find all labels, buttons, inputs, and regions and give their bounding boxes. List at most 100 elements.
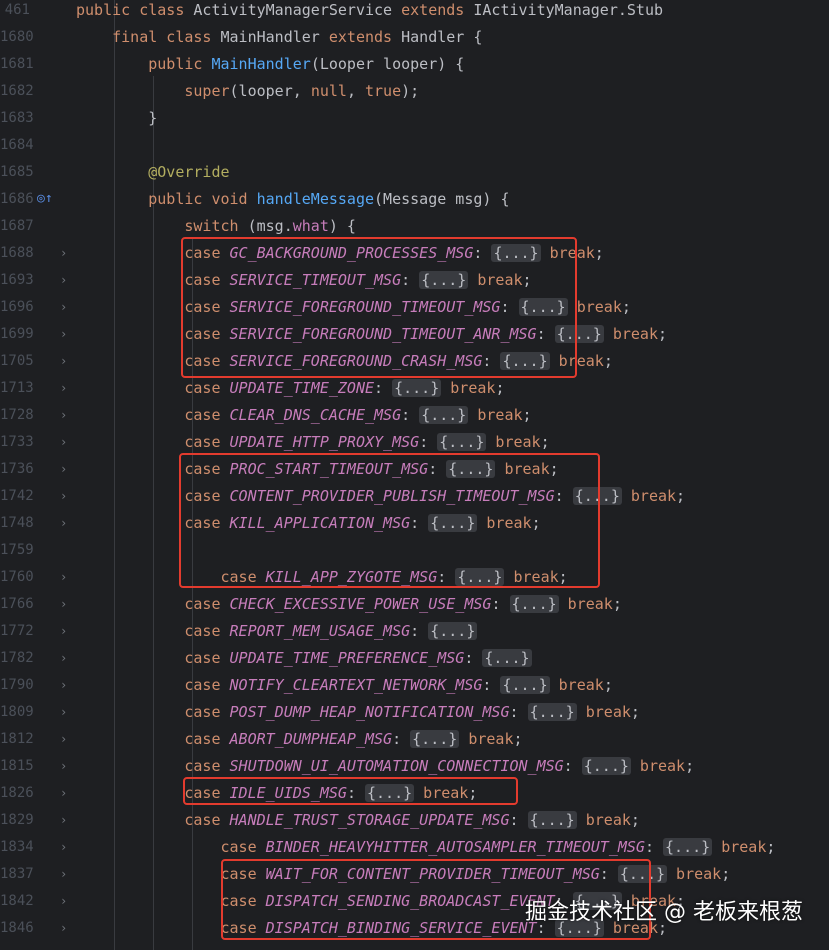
- code-token: IActivityManager.Stub: [473, 1, 664, 19]
- code-token: ;: [603, 352, 613, 370]
- folded-block[interactable]: {...}: [581, 757, 631, 775]
- folded-block[interactable]: {...}: [437, 433, 487, 451]
- code-token: break: [459, 730, 514, 748]
- fold-chevron-icon[interactable]: ›: [60, 516, 67, 530]
- code-token: HANDLE_TRUST_STORAGE_UPDATE_MSG: [229, 811, 510, 829]
- folded-block[interactable]: {...}: [428, 622, 478, 640]
- fold-chevron-icon[interactable]: ›: [60, 246, 67, 260]
- code-line[interactable]: 1728 › case CLEAR_DNS_CACHE_MSG: {...} br…: [0, 403, 829, 430]
- fold-chevron-icon[interactable]: ›: [60, 732, 67, 746]
- fold-chevron-icon[interactable]: ›: [60, 840, 67, 854]
- code-token: CLEAR_DNS_CACHE_MSG: [229, 406, 402, 424]
- folded-block[interactable]: {...}: [663, 838, 713, 856]
- code-line[interactable]: 1782 › case UPDATE_TIME_PREFERENCE_MSG: {…: [0, 646, 829, 673]
- folded-block[interactable]: {...}: [500, 676, 550, 694]
- code-token: case: [76, 622, 230, 640]
- code-token: case: [76, 757, 230, 775]
- code-token: case: [76, 406, 230, 424]
- code-line[interactable]: 461 public class ActivityManagerService e…: [0, 0, 829, 25]
- code-line[interactable]: 1680 final class MainHandler extends Han…: [0, 25, 829, 52]
- fold-chevron-icon[interactable]: ›: [60, 300, 67, 314]
- folded-block[interactable]: {...}: [392, 379, 442, 397]
- code-token: :: [482, 676, 501, 694]
- code-token: break: [441, 379, 496, 397]
- code-token: ;: [630, 703, 640, 721]
- code-line[interactable]: 1681 public MainHandler(Looper looper) {: [0, 52, 829, 79]
- fold-chevron-icon[interactable]: ›: [60, 867, 67, 881]
- fold-chevron-icon[interactable]: ›: [60, 624, 67, 638]
- code-line[interactable]: 1812 › case ABORT_DUMPHEAP_MSG: {...} bre…: [0, 727, 829, 754]
- highlight-box-service-timeouts: [181, 237, 577, 378]
- fold-chevron-icon[interactable]: ›: [60, 813, 67, 827]
- code-token: BINDER_HEAVYHITTER_AUTOSAMPLER_TIMEOUT_M…: [265, 838, 645, 856]
- line-number: 1815: [0, 758, 34, 774]
- code-token: ;: [685, 757, 695, 775]
- code-token: ;: [676, 487, 686, 505]
- code-line[interactable]: 1829 › case HANDLE_TRUST_STORAGE_UPDATE_M…: [0, 808, 829, 835]
- fold-chevron-icon[interactable]: ›: [60, 354, 67, 368]
- fold-chevron-icon[interactable]: ›: [60, 786, 67, 800]
- code-text: public MainHandler(Looper looper) {: [76, 55, 464, 73]
- line-number: 1733: [0, 434, 34, 450]
- fold-chevron-icon[interactable]: ›: [60, 678, 67, 692]
- code-token: ABORT_DUMPHEAP_MSG: [229, 730, 393, 748]
- fold-chevron-icon[interactable]: ›: [60, 381, 67, 395]
- code-editor[interactable]: 461 public class ActivityManagerService e…: [0, 0, 829, 950]
- line-number: 1680: [0, 29, 34, 45]
- override-gutter-icon[interactable]: ◎↑: [37, 191, 53, 206]
- folded-block[interactable]: {...}: [482, 649, 532, 667]
- code-line[interactable]: 1684: [0, 133, 829, 160]
- fold-chevron-icon[interactable]: ›: [60, 462, 67, 476]
- line-number: 1682: [0, 83, 34, 99]
- fold-chevron-icon[interactable]: ›: [60, 489, 67, 503]
- line-number: 1699: [0, 326, 34, 342]
- code-text: }: [76, 109, 157, 127]
- folded-block[interactable]: {...}: [410, 730, 460, 748]
- fold-chevron-icon[interactable]: ›: [60, 273, 67, 287]
- folded-block[interactable]: {...}: [527, 703, 577, 721]
- fold-chevron-icon[interactable]: ›: [60, 597, 67, 611]
- code-token: break: [712, 838, 767, 856]
- fold-chevron-icon[interactable]: ›: [60, 570, 67, 584]
- fold-chevron-icon[interactable]: ›: [60, 894, 67, 908]
- code-line[interactable]: 1834 › case BINDER_HEAVYHITTER_AUTOSAMPLE…: [0, 835, 829, 862]
- line-number: 1742: [0, 488, 34, 504]
- folded-block[interactable]: {...}: [509, 595, 559, 613]
- fold-chevron-icon[interactable]: ›: [60, 921, 67, 935]
- code-line[interactable]: 1682 super(looper, null, true);: [0, 79, 829, 106]
- line-number: 1772: [0, 623, 34, 639]
- code-token: super: [76, 82, 230, 100]
- folded-block[interactable]: {...}: [527, 811, 577, 829]
- code-token: @Override: [76, 163, 230, 181]
- line-number: 1809: [0, 704, 34, 720]
- code-text: case SHUTDOWN_UI_AUTOMATION_CONNECTION_M…: [76, 757, 694, 775]
- line-number: 1687: [0, 218, 34, 234]
- code-token: UPDATE_TIME_PREFERENCE_MSG: [229, 649, 465, 667]
- fold-chevron-icon[interactable]: ›: [60, 435, 67, 449]
- code-token: (Message msg) {: [374, 190, 510, 208]
- code-line[interactable]: 1790 › case NOTIFY_CLEARTEXT_NETWORK_MSG:…: [0, 673, 829, 700]
- code-line[interactable]: 1683 }: [0, 106, 829, 133]
- fold-chevron-icon[interactable]: ›: [60, 327, 67, 341]
- code-token: POST_DUMP_HEAP_NOTIFICATION_MSG: [229, 703, 510, 721]
- code-line[interactable]: 1686 ◎↑ public void handleMessage(Message…: [0, 187, 829, 214]
- code-line[interactable]: 1713 › case UPDATE_TIME_ZONE: {...} break…: [0, 376, 829, 403]
- code-text: case BINDER_HEAVYHITTER_AUTOSAMPLER_TIME…: [76, 838, 775, 856]
- folded-block[interactable]: {...}: [419, 406, 469, 424]
- code-line[interactable]: 1809 › case POST_DUMP_HEAP_NOTIFICATION_M…: [0, 700, 829, 727]
- code-token: :: [509, 703, 528, 721]
- code-text: case UPDATE_TIME_ZONE: {...} break;: [76, 379, 504, 397]
- fold-chevron-icon[interactable]: ›: [60, 408, 67, 422]
- code-line[interactable]: 1685 @Override: [0, 160, 829, 187]
- code-token: case: [76, 595, 230, 613]
- code-line[interactable]: 1772 › case REPORT_MEM_USAGE_MSG: {...}: [0, 619, 829, 646]
- fold-chevron-icon[interactable]: ›: [60, 651, 67, 665]
- code-token: );: [401, 82, 420, 100]
- code-token: (msg.: [247, 217, 293, 235]
- fold-chevron-icon[interactable]: ›: [60, 705, 67, 719]
- code-token: ActivityManagerService: [193, 1, 402, 19]
- code-text: case POST_DUMP_HEAP_NOTIFICATION_MSG: {.…: [76, 703, 640, 721]
- code-line[interactable]: 1766 › case CHECK_EXCESSIVE_POWER_USE_MSG…: [0, 592, 829, 619]
- fold-chevron-icon[interactable]: ›: [60, 759, 67, 773]
- code-token: switch: [76, 217, 248, 235]
